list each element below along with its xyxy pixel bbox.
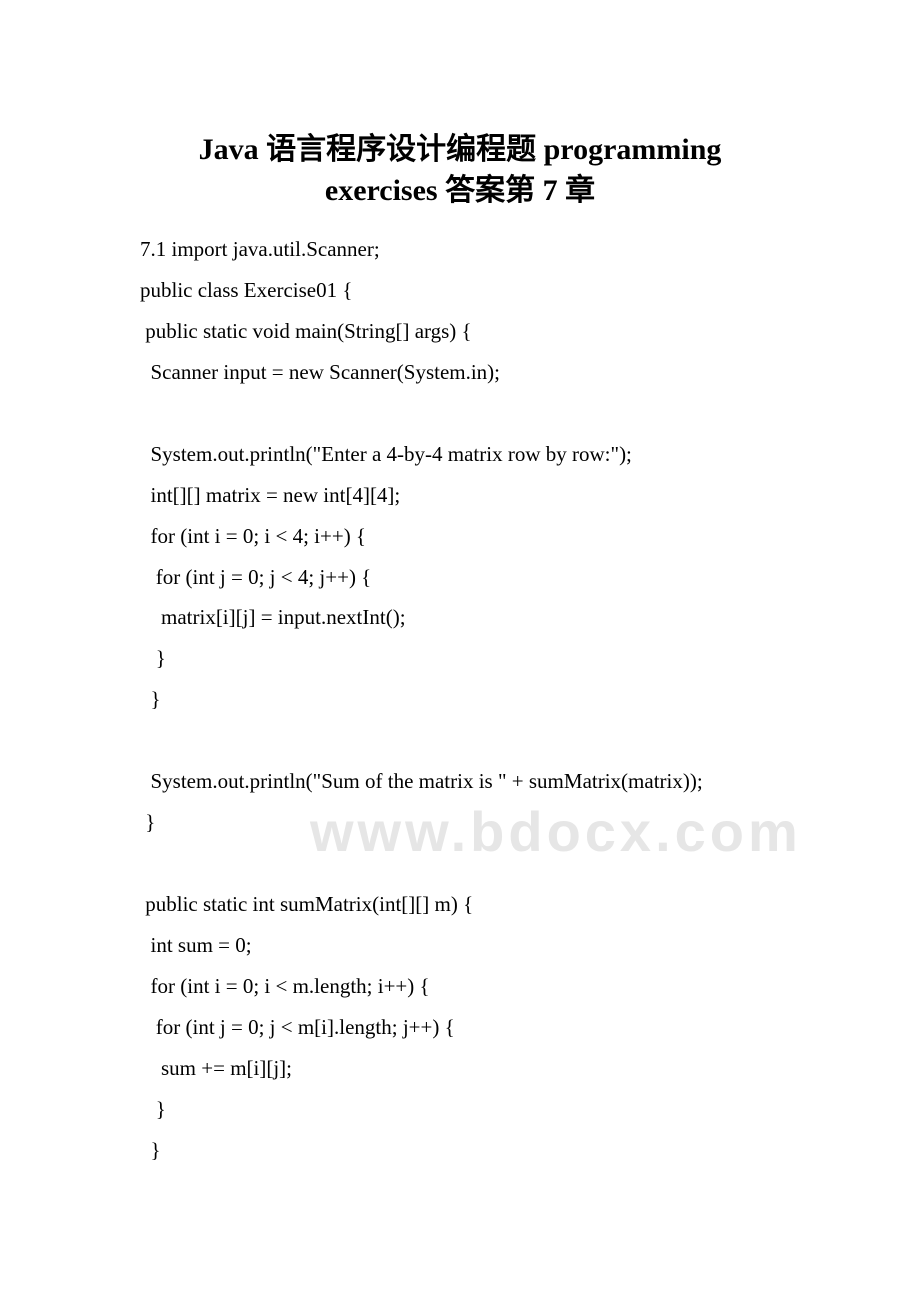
code-line: int[][] matrix = new int[4][4]; (140, 475, 780, 516)
code-line: System.out.println("Enter a 4-by-4 matri… (140, 434, 780, 475)
document-page: Java 语言程序设计编程题 programming exercises 答案第… (0, 0, 920, 1231)
code-line: for (int j = 0; j < m[i].length; j++) { (140, 1007, 780, 1048)
code-line: for (int j = 0; j < 4; j++) { (140, 557, 780, 598)
code-line: } (140, 638, 780, 679)
content-wrap: www.bdocx.com 7.1 import java.util.Scann… (140, 229, 780, 1171)
code-line: Scanner input = new Scanner(System.in); (140, 352, 780, 393)
code-line: public class Exercise01 { (140, 270, 780, 311)
code-line: sum += m[i][j]; (140, 1048, 780, 1089)
code-line (140, 720, 780, 761)
code-line: for (int i = 0; i < m.length; i++) { (140, 966, 780, 1007)
code-block: 7.1 import java.util.Scanner;public clas… (140, 229, 780, 1171)
code-line: public static int sumMatrix(int[][] m) { (140, 884, 780, 925)
code-line: matrix[i][j] = input.nextInt(); (140, 597, 780, 638)
code-line (140, 393, 780, 434)
code-line: } (140, 1089, 780, 1130)
code-line (140, 843, 780, 884)
code-line: } (140, 802, 780, 843)
code-line: int sum = 0; (140, 925, 780, 966)
code-line: public static void main(String[] args) { (140, 311, 780, 352)
code-line: } (140, 1130, 780, 1171)
code-line: 7.1 import java.util.Scanner; (140, 229, 780, 270)
document-title: Java 语言程序设计编程题 programming exercises 答案第… (140, 130, 780, 211)
code-line: } (140, 679, 780, 720)
code-line: for (int i = 0; i < 4; i++) { (140, 516, 780, 557)
code-line: System.out.println("Sum of the matrix is… (140, 761, 780, 802)
